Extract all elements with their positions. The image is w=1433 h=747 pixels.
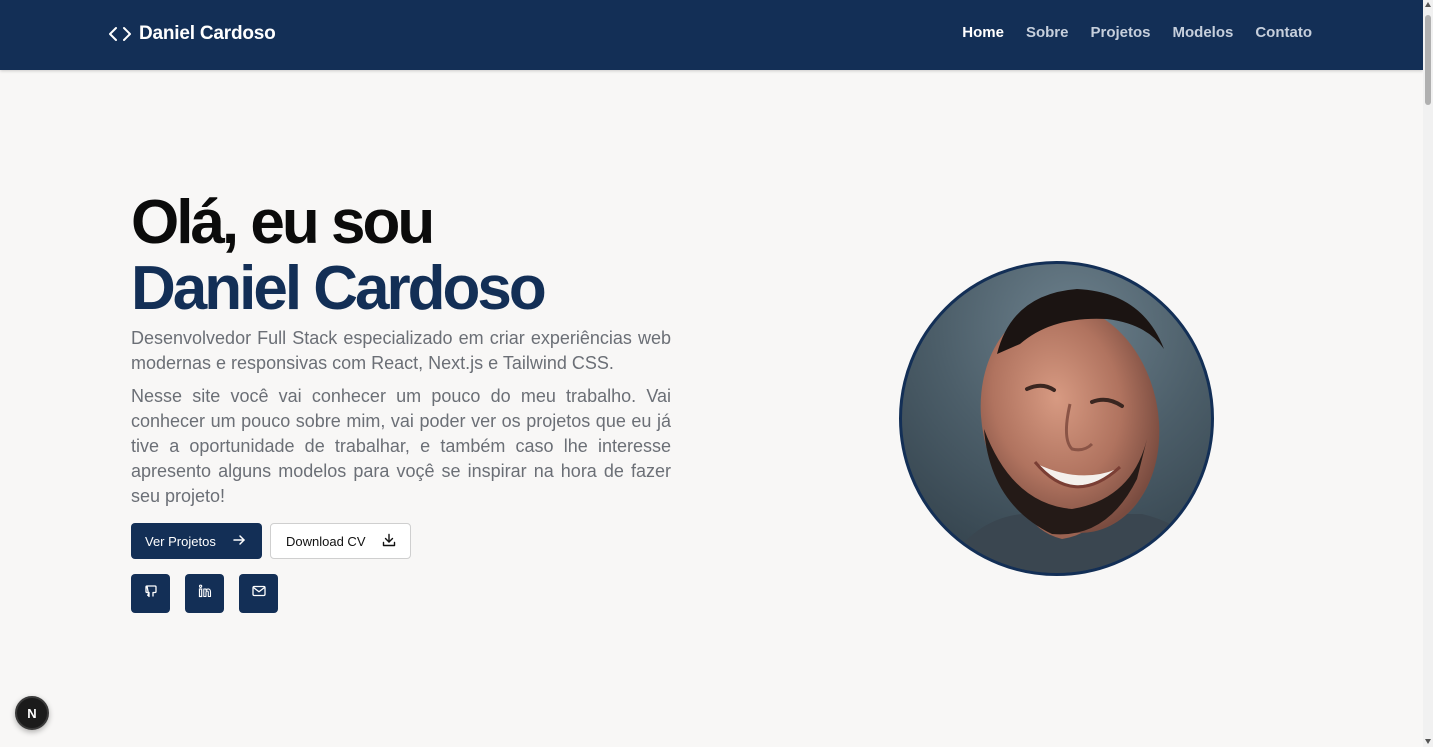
arrow-right-icon	[232, 533, 246, 550]
linkedin-link[interactable]	[185, 574, 224, 613]
download-icon	[382, 533, 396, 550]
nav-sobre[interactable]: Sobre	[1026, 24, 1069, 41]
hero-description: Nesse site você vai conhecer um pouco do…	[131, 386, 671, 506]
hero-greeting: Olá, eu sou	[131, 188, 435, 257]
hero-intro: Desenvolvedor Full Stack especializado e…	[131, 328, 671, 373]
ver-projetos-button[interactable]: Ver Projetos	[131, 523, 262, 559]
page-scrollbar[interactable]	[1423, 0, 1433, 747]
hero-title: Olá, eu sou Daniel Cardoso	[131, 188, 671, 320]
github-icon	[144, 584, 158, 603]
nav-modelos[interactable]: Modelos	[1173, 24, 1234, 41]
linkedin-icon	[198, 584, 212, 603]
scroll-up-arrow-icon[interactable]	[1425, 2, 1431, 7]
hero-name: Daniel Cardoso	[131, 254, 547, 323]
scroll-down-arrow-icon[interactable]	[1425, 739, 1431, 744]
nav-home[interactable]: Home	[962, 24, 1004, 41]
main-nav: Home Sobre Projetos Modelos Contato	[962, 24, 1312, 41]
hero-section: Olá, eu sou Daniel Cardoso Desenvolvedor…	[131, 188, 671, 613]
brand-name: Daniel Cardoso	[139, 23, 276, 44]
nav-contato[interactable]: Contato	[1255, 24, 1312, 41]
hero-buttons: Ver Projetos Download CV	[131, 523, 671, 559]
site-header: Daniel Cardoso Home Sobre Projetos Model…	[0, 0, 1423, 70]
scrollbar-thumb[interactable]	[1425, 15, 1431, 105]
download-cv-label: Download CV	[286, 533, 366, 549]
email-link[interactable]	[239, 574, 278, 613]
social-links	[131, 574, 671, 613]
nav-projetos[interactable]: Projetos	[1090, 24, 1150, 41]
code-brackets-icon	[109, 26, 131, 42]
brand-logo-link[interactable]: Daniel Cardoso	[109, 22, 276, 46]
profile-photo	[899, 261, 1214, 576]
github-link[interactable]	[131, 574, 170, 613]
ver-projetos-label: Ver Projetos	[145, 533, 216, 549]
download-cv-button[interactable]: Download CV	[270, 523, 411, 559]
mail-icon	[251, 584, 266, 603]
nextjs-dev-badge[interactable]: N	[15, 696, 49, 730]
